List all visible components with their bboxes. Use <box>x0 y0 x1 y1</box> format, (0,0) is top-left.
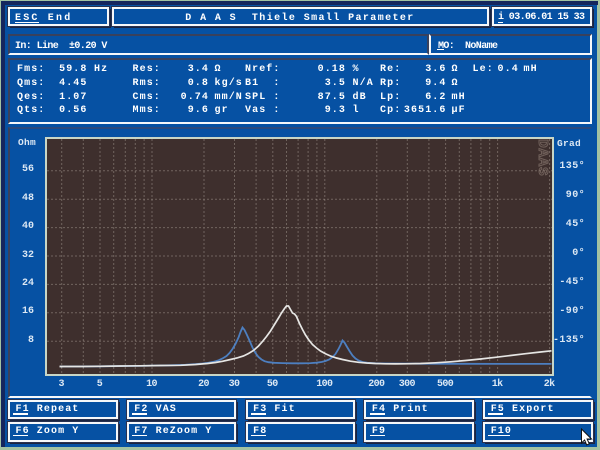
svg-text:DAAS: DAAS <box>534 139 550 176</box>
